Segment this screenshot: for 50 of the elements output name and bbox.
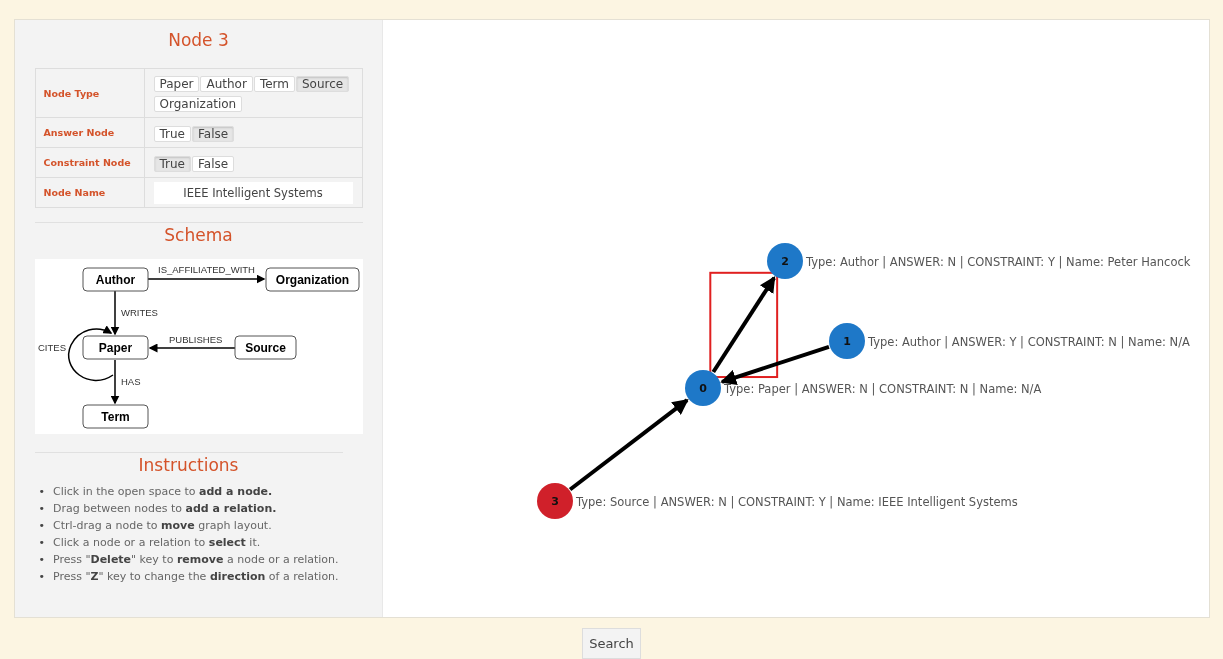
edge-label: WRITES	[120, 307, 158, 318]
section-title: Schema	[163, 225, 234, 245]
instruction-text: Press "Delete" key to remove a node or a relation.	[53, 552, 339, 568]
instruction-text: Click a node or a relation to select it.	[53, 535, 261, 551]
option-button[interactable]: True	[153, 125, 191, 142]
edge-label: CITES	[37, 342, 66, 353]
schema-node: Term	[82, 404, 148, 429]
schema-node: Source	[234, 335, 296, 360]
bullet: •	[38, 535, 45, 551]
bullet: •	[38, 518, 45, 534]
bullet: •	[38, 501, 45, 517]
node-label: Type: Author | ANSWER: N | CONSTRAINT: Y | Name: Peter Hancock	[805, 255, 1190, 269]
bullet: •	[38, 569, 45, 585]
field-label: Node Name	[35, 177, 144, 208]
node-label: Type: Paper | ANSWER: N | CONSTRAINT: N | Name: N/A	[723, 382, 1041, 396]
node-label: Type: Source | ANSWER: N | CONSTRAINT: Y | Name: IEEE Intelligent Systems	[575, 495, 1018, 509]
option-button[interactable]: True	[153, 155, 191, 172]
option-button[interactable]: Paper	[153, 76, 200, 92]
option-button[interactable]: False	[192, 125, 235, 142]
field-label: Answer Node	[35, 117, 144, 148]
schema-node: Author	[82, 267, 148, 292]
bullet: •	[38, 552, 45, 568]
instruction-text: Ctrl-drag a node to move graph layout.	[53, 518, 272, 534]
relation-arrow[interactable]	[719, 345, 830, 386]
option-button[interactable]: Source	[296, 76, 350, 92]
graph-node[interactable]: 2	[766, 243, 803, 279]
graph-node[interactable]: 1	[828, 323, 865, 359]
option-button[interactable]: False	[192, 155, 235, 172]
instruction-text: Drag between nodes to add a relation.	[53, 501, 277, 517]
field-label: Node Type	[35, 68, 144, 118]
instruction-text: Click in the open space to add a node.	[53, 484, 273, 500]
node-label: Type: Author | ANSWER: Y | CONSTRAINT: N | Name: N/A	[867, 335, 1190, 349]
search-button[interactable]: Search	[582, 628, 641, 659]
node-title: Node 3	[167, 30, 230, 50]
section-title: Instructions	[137, 455, 240, 475]
field-label: Constraint Node	[35, 147, 144, 178]
relation-arrow[interactable]	[568, 398, 689, 492]
instruction-text: Press "Z" key to change the direction of a relation.	[53, 569, 339, 585]
schema-node: Organization	[265, 267, 359, 292]
option-button[interactable]: Author	[200, 76, 253, 92]
bullet: •	[38, 484, 45, 500]
edge-label: HAS	[120, 376, 141, 387]
option-button[interactable]: Term	[253, 76, 295, 92]
graph-node[interactable]: 0	[684, 370, 721, 406]
option-button[interactable]: Organization	[153, 96, 243, 112]
edge-label: PUBLISHES	[168, 334, 222, 345]
graph-node[interactable]: 3	[536, 483, 573, 519]
schema-node: Paper	[82, 335, 148, 360]
node-name-field[interactable]: IEEE Intelligent Systems	[153, 181, 353, 204]
edge-label: IS_AFFILIATED_WITH	[157, 264, 255, 275]
